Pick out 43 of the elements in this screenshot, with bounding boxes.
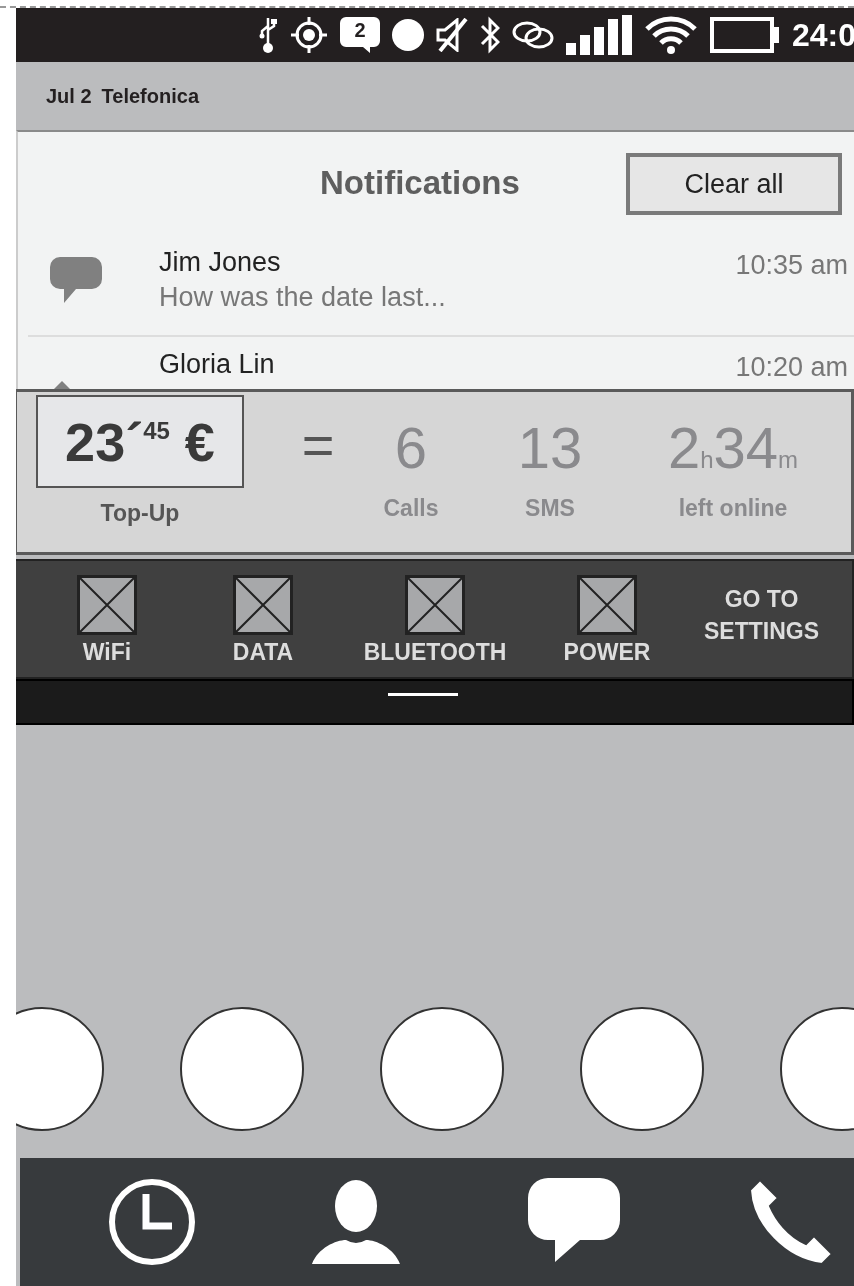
notification-item[interactable]: Jim Jones How was the date last... 10:35 am [28, 235, 854, 337]
carrier-name: Telefonica [101, 84, 199, 108]
usb-icon [258, 16, 278, 54]
sender-name: Gloria Lin [159, 349, 275, 380]
equals-sign: = [301, 412, 335, 477]
date-text: Jul 2 [46, 84, 92, 108]
toggle-button[interactable]: BLUETOOTH [327, 561, 543, 677]
clock-icon [108, 1178, 196, 1266]
panel-title: Notifications [320, 164, 520, 202]
placeholder-icon [577, 575, 637, 635]
top-up-amount[interactable]: 23´$^{45}$ € [36, 395, 244, 488]
stat-value: 13 [517, 414, 583, 480]
signal-icon [566, 15, 632, 55]
toggle-button[interactable]: POWER [543, 561, 671, 677]
speech-bubble-icon [50, 257, 102, 305]
mute-icon [436, 18, 468, 52]
notification-time: 10:20 am [735, 352, 848, 383]
notification-time: 10:35 am [735, 250, 848, 281]
stat-label: Calls [383, 495, 439, 522]
stat-value: 6 [394, 414, 428, 480]
placeholder-icon [405, 575, 465, 635]
stat-label: left online [678, 495, 788, 522]
dot-icon [392, 19, 424, 51]
wifi-icon [644, 15, 698, 55]
sender-name: Jim Jones [159, 247, 282, 278]
toggle-button[interactable]: DATA [199, 561, 327, 677]
clear-all-button[interactable]: Clear all [626, 153, 842, 215]
speech-bubble-icon [528, 1178, 620, 1264]
placeholder-icon [233, 575, 293, 635]
drag-handle-bar[interactable] [16, 679, 854, 725]
placeholder-icon [77, 575, 137, 635]
gps-icon [290, 16, 328, 54]
top-up-label: Top-Up [100, 500, 180, 527]
bluetooth-icon [480, 16, 500, 54]
battery-icon [710, 17, 780, 53]
settings-link[interactable]: GO TO SETTINGS [691, 561, 832, 647]
toggle-button[interactable]: WiFi [16, 561, 199, 677]
grip-line [387, 693, 458, 696]
message-badge: 2 [340, 17, 380, 53]
message-preview: How was the date last... [159, 282, 446, 313]
stat-label: SMS [525, 495, 575, 522]
clock-time: 24:0 [792, 16, 854, 54]
link-icon [512, 20, 554, 50]
